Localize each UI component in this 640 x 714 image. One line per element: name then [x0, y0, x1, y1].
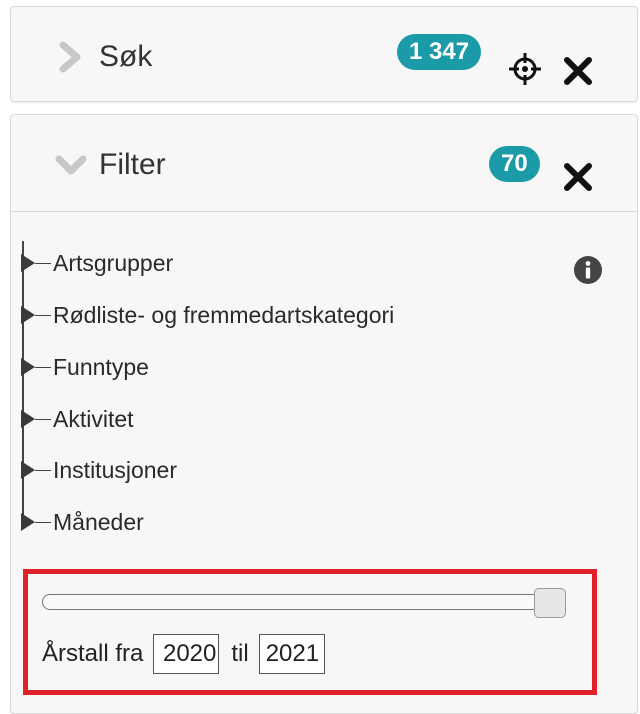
filter-item-rodliste[interactable]: Rødliste- og fremmedartskategori	[21, 295, 561, 335]
filter-panel: Filter 70 Artsgrupper Rødliste- og fremm…	[10, 114, 638, 714]
filter-item-label: Artsgrupper	[53, 249, 174, 276]
triangle-right-icon	[21, 513, 35, 531]
tree-connector	[35, 521, 51, 523]
info-icon[interactable]	[573, 255, 603, 285]
triangle-right-icon	[21, 358, 35, 376]
search-panel: Søk 1 347	[10, 6, 638, 102]
filter-title: Filter	[99, 148, 166, 181]
filter-item-artsgrupper[interactable]: Artsgrupper	[21, 243, 561, 283]
filter-divider	[11, 211, 637, 212]
close-icon[interactable]	[561, 54, 595, 88]
filter-item-aktivitet[interactable]: Aktivitet	[21, 399, 561, 439]
year-slider-track[interactable]	[42, 594, 564, 610]
filter-item-label: Funntype	[53, 353, 149, 380]
year-from-input[interactable]	[153, 634, 220, 674]
chevron-right-icon[interactable]	[51, 37, 91, 77]
tree-connector	[35, 314, 51, 316]
filter-item-label: Rødliste- og fremmedartskategori	[53, 301, 395, 328]
year-to-label: til	[231, 640, 249, 667]
filter-header[interactable]: Filter 70	[11, 115, 637, 211]
search-header[interactable]: Søk 1 347	[11, 7, 637, 103]
triangle-right-icon	[21, 410, 35, 428]
year-range-filter: Årstall fra til	[23, 569, 597, 695]
chevron-down-icon[interactable]	[51, 145, 91, 185]
filter-item-label: Måneder	[53, 508, 144, 535]
tree-connector	[35, 262, 51, 264]
filter-item-label: Aktivitet	[53, 405, 134, 432]
tree-connector	[35, 469, 51, 471]
tree-connector	[35, 366, 51, 368]
search-count-badge: 1 347	[397, 34, 482, 70]
triangle-right-icon	[21, 461, 35, 479]
filter-item-institusjoner[interactable]: Institusjoner	[21, 450, 561, 490]
filter-count-badge: 70	[489, 146, 540, 182]
year-slider-handle[interactable]	[534, 588, 566, 618]
search-title: Søk	[99, 40, 153, 73]
close-icon[interactable]	[561, 160, 595, 194]
triangle-right-icon	[21, 254, 35, 272]
tree-connector	[35, 418, 51, 420]
filter-item-maneder[interactable]: Måneder	[21, 502, 561, 542]
year-range-row: Årstall fra til	[42, 634, 325, 674]
year-from-label: Årstall fra	[42, 640, 144, 667]
filter-item-funntype[interactable]: Funntype	[21, 347, 561, 387]
filter-item-label: Institusjoner	[53, 456, 178, 483]
triangle-right-icon	[21, 306, 35, 324]
year-to-input[interactable]	[258, 634, 325, 674]
crosshair-icon[interactable]	[507, 51, 543, 87]
